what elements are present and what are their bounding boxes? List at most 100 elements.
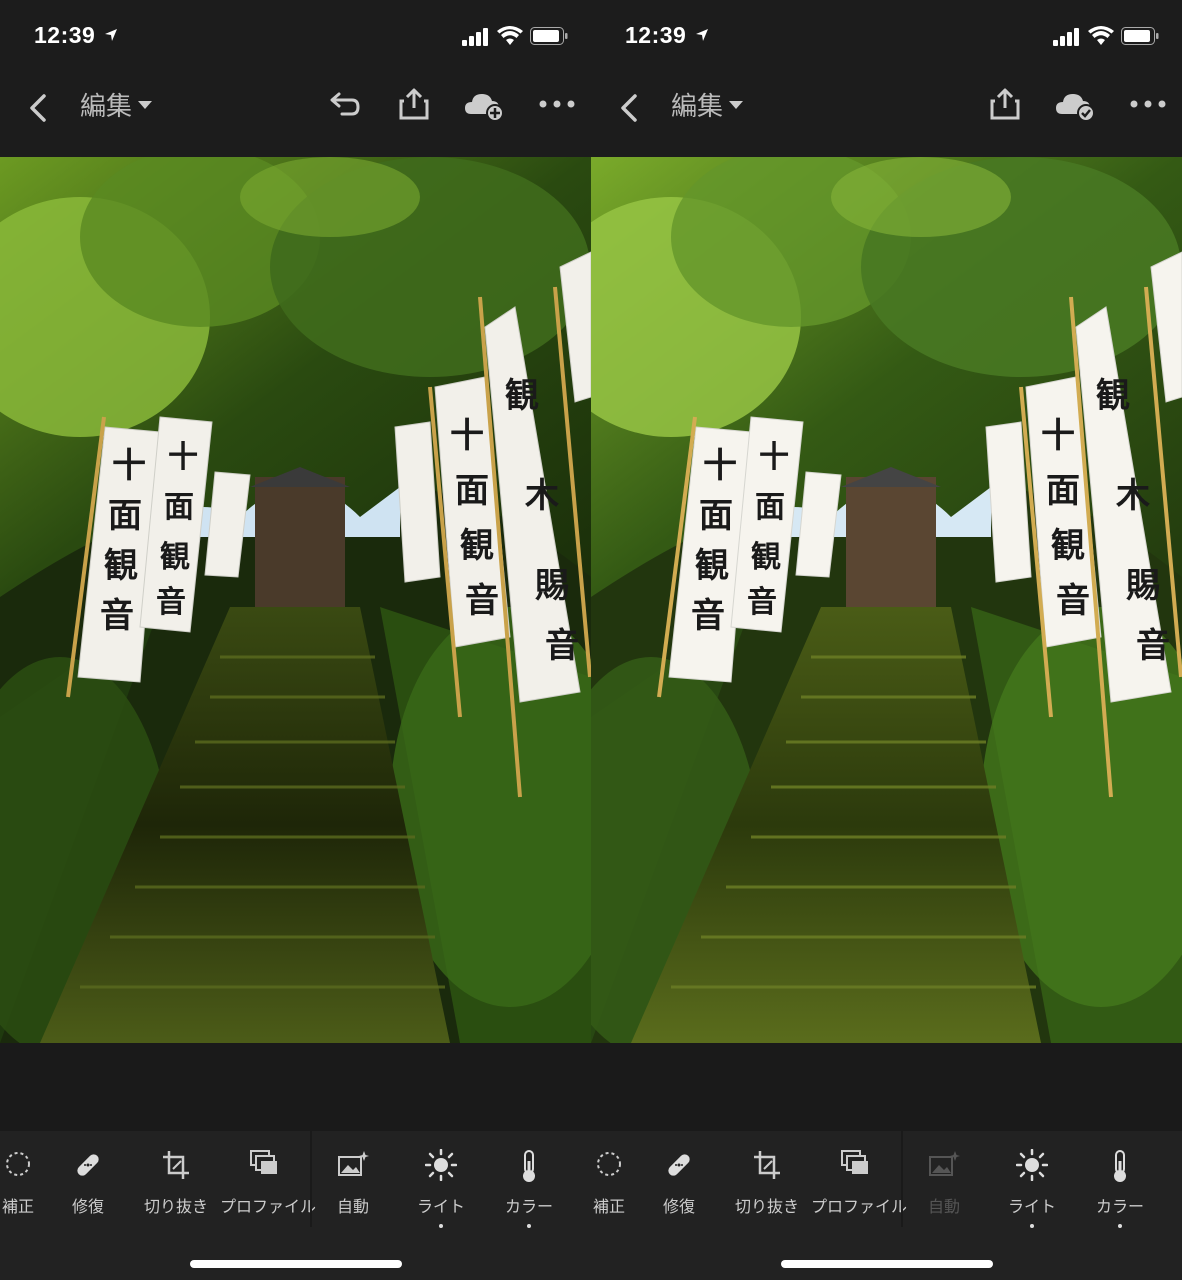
- tool-label: プロファイル: [811, 1197, 908, 1216]
- svg-text:観: 観: [505, 376, 539, 416]
- tool-label: 切り抜き: [734, 1197, 799, 1216]
- tool-light[interactable]: ライト: [988, 1131, 1076, 1231]
- tool-crop[interactable]: 切り抜き: [723, 1131, 811, 1231]
- svg-text:観: 観: [160, 540, 190, 575]
- signal-icon: [1053, 28, 1079, 46]
- svg-text:観: 観: [751, 540, 781, 575]
- temple-stairs-photo: 十 面 観 音 十 面 観 音 十 面 観 音 観 木 賜 音: [591, 157, 1182, 1043]
- svg-text:観: 観: [460, 526, 494, 566]
- tool-label: 修復: [662, 1197, 695, 1216]
- signal-icon: [462, 28, 488, 46]
- screen-before: 12:39 編集 十 面 観 音 十 面 観 音 十 面 観 音 観 木 賜 音…: [0, 0, 591, 1280]
- status-bar: 12:39: [591, 0, 1182, 70]
- nav-bar: 編集: [0, 70, 591, 157]
- crop-icon: [163, 1151, 189, 1179]
- auto-icon: [929, 1151, 960, 1176]
- svg-text:面: 面: [1046, 471, 1080, 511]
- back-icon[interactable]: [24, 90, 52, 126]
- share-icon[interactable]: [398, 86, 430, 122]
- edited-dot: [1118, 1224, 1122, 1228]
- battery-icon: [530, 27, 568, 45]
- status-bar: 12:39: [0, 0, 591, 70]
- svg-text:音: 音: [1136, 626, 1170, 666]
- bandage-icon: [77, 1154, 99, 1176]
- svg-text:面: 面: [455, 471, 489, 511]
- tool-heal[interactable]: 修復: [44, 1131, 132, 1231]
- tool-crop[interactable]: 切り抜き: [132, 1131, 220, 1231]
- svg-text:十: 十: [1041, 416, 1075, 456]
- tool-label: プロファイル: [220, 1197, 317, 1216]
- svg-text:音: 音: [691, 596, 725, 636]
- profile-icon: [841, 1150, 868, 1174]
- svg-text:面: 面: [699, 496, 733, 536]
- svg-text:賜: 賜: [535, 566, 569, 606]
- location-arrow-icon: [696, 29, 708, 41]
- tool-color[interactable]: カラー: [485, 1131, 573, 1231]
- home-indicator[interactable]: [781, 1260, 993, 1268]
- tool-label: カラー: [504, 1197, 553, 1216]
- location-arrow-icon: [105, 29, 117, 41]
- crop-icon: [754, 1151, 780, 1179]
- battery-icon: [1121, 27, 1159, 45]
- caret-down-icon: [729, 100, 744, 109]
- filmstrip-area: [0, 1043, 591, 1131]
- svg-text:十: 十: [168, 440, 198, 475]
- svg-text:観: 観: [1051, 526, 1085, 566]
- status-time: 12:39: [34, 22, 96, 48]
- caret-down-icon: [138, 100, 153, 109]
- tool-label: 自動: [927, 1197, 960, 1216]
- svg-text:十: 十: [759, 440, 789, 475]
- tool-profile[interactable]: プロファイル: [811, 1131, 908, 1231]
- tool-heal[interactable]: 修復: [635, 1131, 723, 1231]
- svg-text:木: 木: [1115, 476, 1150, 516]
- svg-text:観: 観: [1096, 376, 1130, 416]
- adjust-icon: [597, 1152, 621, 1176]
- edit-mode-menu[interactable]: 編集: [80, 86, 153, 123]
- tool-light[interactable]: ライト: [397, 1131, 485, 1231]
- edit-toolbar: 補正 修復 切り抜き プロファイル 自動 ライト カラー: [0, 1131, 591, 1231]
- tool-label: 自動: [336, 1197, 369, 1216]
- svg-text:音: 音: [100, 596, 134, 636]
- filmstrip-area: [591, 1043, 1182, 1131]
- screen-after: 12:39 編集 十 面 観 音 十 面 観 音 十 面 観 音 観 木 賜 音…: [591, 0, 1182, 1280]
- photo-preview[interactable]: 十 面 観 音 十 面 観 音 十 面 観 音 観 木 賜 音: [0, 157, 591, 1043]
- share-icon[interactable]: [989, 86, 1021, 122]
- auto-icon: [338, 1151, 369, 1176]
- edit-title: 編集: [80, 92, 133, 122]
- edited-dot: [1030, 1224, 1034, 1228]
- edit-mode-menu[interactable]: 編集: [671, 86, 744, 123]
- more-icon[interactable]: [538, 92, 576, 116]
- svg-text:面: 面: [108, 496, 142, 536]
- more-icon[interactable]: [1129, 92, 1167, 116]
- home-area: [591, 1231, 1182, 1280]
- thermometer-icon: [523, 1150, 535, 1182]
- edited-dot: [527, 1224, 531, 1228]
- svg-text:音: 音: [156, 585, 186, 620]
- tool-auto[interactable]: 自動: [309, 1131, 397, 1231]
- svg-text:音: 音: [747, 585, 777, 620]
- svg-text:観: 観: [104, 546, 138, 586]
- undo-icon[interactable]: [326, 86, 360, 122]
- photo-preview[interactable]: 十 面 観 音 十 面 観 音 十 面 観 音 観 木 賜 音: [591, 157, 1182, 1043]
- back-icon[interactable]: [615, 90, 643, 126]
- svg-text:面: 面: [164, 490, 194, 525]
- svg-text:十: 十: [112, 446, 146, 486]
- svg-text:観: 観: [695, 546, 729, 586]
- home-indicator[interactable]: [190, 1260, 402, 1268]
- thermometer-icon: [1114, 1150, 1126, 1182]
- comparison-root: 12:39 編集 十 面 観 音 十 面 観 音 十 面 観 音 観 木 賜 音…: [0, 0, 1182, 1280]
- status-time: 12:39: [625, 22, 687, 48]
- tool-auto: 自動: [900, 1131, 988, 1231]
- nav-bar: 編集: [591, 70, 1182, 157]
- adjust-icon: [6, 1152, 30, 1176]
- bandage-icon: [668, 1154, 690, 1176]
- sun-icon: [1016, 1149, 1048, 1181]
- cloud-check-icon[interactable]: [1054, 86, 1098, 124]
- cloud-add-icon[interactable]: [463, 86, 507, 124]
- tool-color[interactable]: カラー: [1076, 1131, 1164, 1231]
- tool-label: ライト: [1007, 1197, 1056, 1216]
- temple-stairs-photo: 十 面 観 音 十 面 観 音 十 面 観 音 観 木 賜 音: [0, 157, 591, 1043]
- tool-profile[interactable]: プロファイル: [220, 1131, 317, 1231]
- sun-icon: [425, 1149, 457, 1181]
- tool-label: ライト: [416, 1197, 465, 1216]
